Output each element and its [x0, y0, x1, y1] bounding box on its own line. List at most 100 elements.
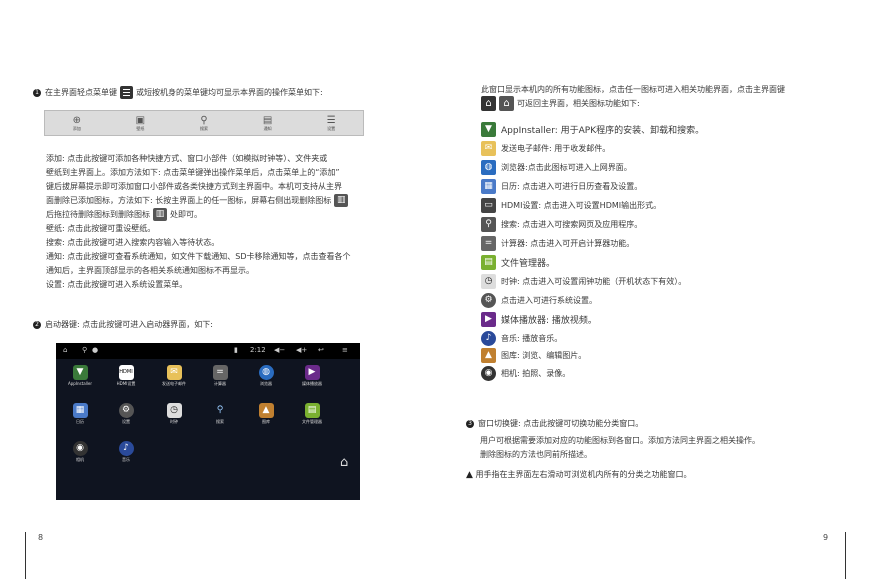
list-item: ▲ 图库: 浏览、编辑图片。 [481, 347, 586, 363]
battery-icon: ▮ [234, 346, 238, 354]
app-email: ✉ 发送电子邮件 [162, 365, 186, 386]
list-item: ⚲ 搜索: 点击进入可搜索网页及应用程序。 [481, 216, 642, 232]
calculator-icon: = [212, 365, 228, 380]
list-item: ◍ 浏览器:点击此图标可进入上网界面。 [481, 159, 632, 175]
launcher-intro-2: ⌂ ⌂ 可返回主界面，相关图标功能如下: [481, 96, 640, 111]
home-icon: ⌂ [499, 96, 514, 111]
launcher-intro: 此窗口显示本机内的所有功能图标，点击任一图标可进入相关功能界面，点击主界面键 [481, 85, 785, 94]
window-switch-detail-2: 删除图标的方法也同前所描述。 [480, 450, 592, 459]
app-hdmi: HDMI HDMI设置 [102, 365, 150, 387]
music-icon: ♪ [481, 330, 496, 346]
list-item: ▤ 文件管理器。 [481, 254, 555, 270]
hdmi-icon: ▭ [481, 197, 496, 213]
volume-down-icon: ◀− [274, 346, 286, 354]
home-icon: ⌂ [340, 455, 349, 470]
tip-note: ▲ 用手指在主界面左右滑动可浏览机内所有的分类之功能窗口。 [466, 470, 692, 480]
app-search: ⚲ 搜索 [196, 403, 244, 425]
list-item: ▦ 日历: 点击进入可进行日历查看及设置。 [481, 178, 642, 194]
app-music: ♪ 音乐 [102, 441, 150, 463]
menu-description: 添加: 点击此按键可添加各种快捷方式、窗口小部件（如模拟时钟等）、文件夹或 壁纸… [46, 154, 351, 289]
menu-item-notify: ▤ 通知 [262, 114, 273, 131]
bullet-icon: 3 [466, 419, 474, 428]
gallery-icon: ▲ [258, 403, 274, 418]
app-gallery: ▲ 图库 [242, 403, 290, 425]
media-player-icon: ▶ [481, 311, 496, 327]
search-icon: ⚲ [481, 216, 496, 232]
app-calendar: ▦ 日历 [56, 403, 104, 425]
wallpaper-icon: ▣ [135, 114, 146, 126]
browser-icon: ◍ [258, 365, 274, 380]
app-calculator: = 计算器 [212, 365, 228, 386]
menu-key-instruction: 1 在主界面轻点菜单键 或短按机身的菜单键均可显示本界面的操作菜单如下: [33, 86, 323, 100]
menu-item-search: ⚲ 搜索 [199, 114, 208, 131]
gallery-icon: ▲ [481, 347, 496, 363]
notification-icon: ▤ [262, 114, 273, 126]
launcher-screenshot: ⌂ ⚲ ● ▮ 2:12 ◀− ◀+ ↩ ≡ ▼ AppInstaller HDM… [56, 343, 360, 500]
menu-item-add: ⊕ 添加 [72, 114, 81, 131]
file-manager-icon: ▤ [304, 403, 320, 418]
page-divider [845, 532, 846, 579]
options-menu-bar: ⊕ 添加 ▣ 壁纸 ⚲ 搜索 ▤ 通知 ☰ 设置 [44, 110, 364, 136]
list-item: ▭ HDMI设置: 点击进入可设置HDMI输出形式。 [481, 197, 661, 213]
page-number: 8 [38, 533, 44, 542]
clock-icon: ◷ [166, 403, 182, 418]
app-browser: ◍ 浏览器 [258, 365, 274, 386]
warning-icon: ▲ [466, 470, 473, 480]
clock-text: 2:12 [250, 346, 266, 354]
hdmi-icon: HDMI [118, 365, 134, 380]
menu-item-settings: ☰ 设置 [326, 114, 336, 131]
app-appinstaller: ▼ AppInstaller [68, 365, 92, 386]
home-icon: ⌂ [63, 346, 68, 354]
search-icon: ⚲ [200, 114, 208, 126]
appinstaller-icon: ▼ [481, 121, 496, 137]
app-camera: ◉ 相机 [56, 441, 104, 463]
camera-icon: ◉ [72, 441, 88, 456]
settings-icon: ☰ [326, 114, 336, 126]
settings-icon: ⚙ [118, 403, 134, 418]
appinstaller-icon: ▼ [72, 365, 88, 380]
search-icon: ⚲ [216, 405, 224, 415]
app-settings: ⚙ 设置 [102, 403, 150, 425]
app-clock: ◷ 时钟 [150, 403, 198, 425]
android-icon: ● [92, 346, 99, 354]
calendar-icon: ▦ [72, 403, 88, 418]
list-item: ◷ 时钟: 点击进入可设置闹钟功能（开机状态下有效）。 [481, 273, 686, 289]
list-item: ⚙ 点击进入可进行系统设置。 [481, 292, 597, 308]
clock-icon: ◷ [481, 273, 496, 289]
list-item: ▼ AppInstaller: 用于APK程序的安装、卸载和搜索。 [481, 121, 704, 137]
back-icon: ↩ [318, 346, 324, 354]
app-media-player: ▶ 媒体播放器 [302, 365, 322, 386]
browser-icon: ◍ [481, 159, 496, 175]
list-item: ✉ 发送电子邮件: 用于收发邮件。 [481, 140, 610, 156]
list-item: ◉ 相机: 拍照、录像。 [481, 365, 570, 381]
settings-icon: ⚙ [481, 292, 496, 308]
status-bar: ⌂ ⚲ ● ▮ 2:12 ◀− ◀+ ↩ ≡ [56, 343, 360, 359]
page-divider [25, 532, 26, 579]
usb-icon: ⚲ [82, 346, 88, 354]
add-icon: ⊕ [72, 114, 81, 126]
page-number: 9 [823, 533, 829, 542]
media-player-icon: ▶ [304, 365, 320, 380]
bullet-icon: 1 [33, 88, 41, 97]
volume-up-icon: ◀+ [296, 346, 308, 354]
calculator-icon: = [481, 235, 496, 251]
window-switch-instruction: 3 窗口切换键: 点击此按键可切换功能分类窗口。 [466, 417, 643, 431]
list-item: ▶ 媒体播放器: 播放视频。 [481, 311, 597, 327]
window-switch-detail: 用户可根据需要添加对应的功能图标到各窗口。添加方法同主界面之相关操作。 [480, 436, 760, 445]
launcher-key-instruction: 2 启动器键: 点击此按键可进入启动器界面，如下: [33, 318, 213, 332]
app-file-manager: ▤ 文件管理器 [302, 403, 322, 424]
menu-icon [120, 86, 133, 99]
file-manager-icon: ▤ [481, 254, 496, 270]
delete-bin-icon: ▥ [334, 194, 349, 207]
calendar-icon: ▦ [481, 178, 496, 194]
music-icon: ♪ [118, 441, 134, 456]
delete-bin-icon: ▥ [153, 208, 167, 221]
menu-icon: ≡ [342, 346, 348, 354]
menu-item-wallpaper: ▣ 壁纸 [135, 114, 146, 131]
home-icon: ⌂ [481, 96, 496, 111]
list-item: ♪ 音乐: 播放音乐。 [481, 330, 562, 346]
email-icon: ✉ [481, 140, 496, 156]
email-icon: ✉ [166, 365, 182, 380]
bullet-icon: 2 [33, 320, 41, 329]
list-item: = 计算器: 点击进入可开启计算器功能。 [481, 235, 634, 251]
